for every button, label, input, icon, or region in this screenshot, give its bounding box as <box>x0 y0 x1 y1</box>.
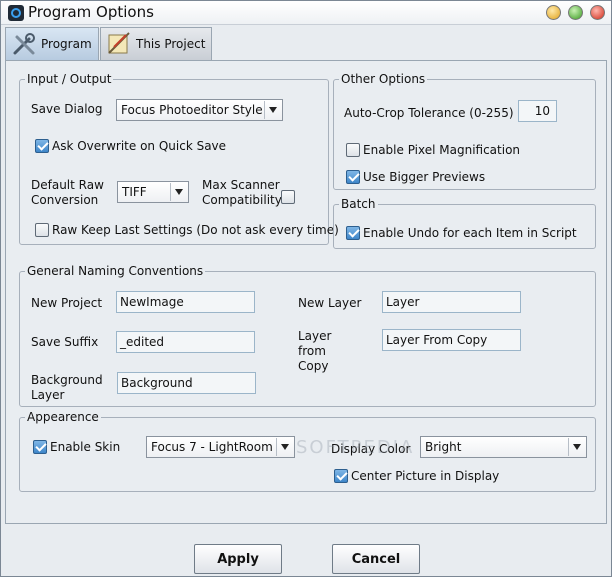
tab-this-project[interactable]: This Project <box>100 27 212 60</box>
chevron-down-icon <box>170 183 186 201</box>
display-color-select[interactable]: Bright <box>420 436 587 458</box>
max-scanner-label-line2: Compatibility <box>202 193 282 207</box>
default-raw-label-line1: Default Raw <box>31 178 104 192</box>
tab-bar: Program This Project <box>3 27 609 60</box>
bigger-previews-checkbox[interactable] <box>346 170 360 184</box>
batch-group: Batch Enable Undo for each Item in Scrip… <box>333 197 596 249</box>
chevron-down-icon <box>264 101 280 119</box>
cancel-button[interactable]: Cancel <box>332 544 420 574</box>
max-scanner-label-line1: Max Scanner <box>202 178 280 192</box>
raw-keep-label: Raw Keep Last Settings (Do not ask every… <box>52 223 339 237</box>
pixel-magnification-checkbox[interactable] <box>346 143 360 157</box>
save-suffix-label: Save Suffix <box>31 335 99 349</box>
background-label-line1: Background <box>31 373 103 387</box>
chevron-down-icon <box>276 438 292 456</box>
display-color-value: Bright <box>425 440 462 454</box>
enable-undo-label: Enable Undo for each Item in Script <box>363 226 577 240</box>
raw-keep-checkbox[interactable] <box>35 223 49 237</box>
program-options-window: Program Options Program This Project Inp… <box>0 0 612 577</box>
input-output-legend: Input / Output <box>25 72 114 86</box>
project-icon <box>104 29 134 59</box>
batch-legend: Batch <box>339 197 378 211</box>
input-output-group: Input / Output Save Dialog Focus Photoed… <box>19 72 339 245</box>
default-raw-label-line2: Conversion <box>31 193 99 207</box>
layer-from-copy-label-line3: Copy <box>298 359 329 373</box>
max-scanner-checkbox[interactable] <box>281 190 295 204</box>
ask-overwrite-checkbox[interactable] <box>35 139 49 153</box>
naming-conventions-group: General Naming Conventions New Project N… <box>19 264 596 407</box>
window-title: Program Options <box>28 3 154 21</box>
center-picture-checkbox[interactable] <box>334 469 348 483</box>
enable-skin-label: Enable Skin <box>50 440 121 454</box>
tab-program[interactable]: Program <box>5 27 99 60</box>
minimize-button[interactable] <box>546 5 561 20</box>
other-options-group: Other Options Auto-Crop Tolerance (0-255… <box>333 72 596 190</box>
save-dialog-label: Save Dialog <box>31 102 103 116</box>
app-icon <box>8 5 24 21</box>
pixel-magnification-label: Enable Pixel Magnification <box>363 143 521 157</box>
background-layer-input[interactable]: Background <box>117 372 256 394</box>
bigger-previews-label: Use Bigger Previews <box>363 170 486 184</box>
auto-crop-input[interactable]: 10 <box>518 100 557 122</box>
tools-icon <box>9 29 39 59</box>
save-dialog-select[interactable]: Focus Photoeditor Style <box>116 99 283 121</box>
naming-conventions-legend: General Naming Conventions <box>25 264 206 278</box>
other-options-legend: Other Options <box>339 72 428 86</box>
default-raw-select[interactable]: TIFF <box>117 181 189 203</box>
layer-from-copy-label-line2: from <box>298 344 326 358</box>
apply-button[interactable]: Apply <box>194 544 282 574</box>
watermark: SOFTPEDIA <box>296 437 415 458</box>
default-raw-value: TIFF <box>122 185 147 199</box>
options-panel: Input / Output Save Dialog Focus Photoed… <box>5 60 607 524</box>
layer-from-copy-input[interactable]: Layer From Copy <box>382 329 521 351</box>
enable-undo-checkbox[interactable] <box>346 226 360 240</box>
ask-overwrite-label: Ask Overwrite on Quick Save <box>52 139 227 153</box>
auto-crop-label: Auto-Crop Tolerance (0-255) <box>344 106 514 120</box>
new-project-input[interactable]: NewImage <box>116 291 255 313</box>
new-project-label: New Project <box>31 296 103 310</box>
title-bar: Program Options <box>1 1 611 25</box>
skin-value: Focus 7 - LightRoom <box>151 440 273 454</box>
layer-from-copy-label-line1: Layer <box>298 329 332 343</box>
save-suffix-input[interactable]: _edited <box>116 331 255 353</box>
maximize-button[interactable] <box>568 5 583 20</box>
new-layer-input[interactable]: Layer <box>382 291 521 313</box>
center-picture-label: Center Picture in Display <box>351 469 500 483</box>
tab-this-project-label: This Project <box>136 37 206 51</box>
close-button[interactable] <box>590 5 605 20</box>
appearance-legend: Appearence <box>25 410 101 424</box>
new-layer-label: New Layer <box>298 296 362 310</box>
enable-skin-checkbox[interactable] <box>33 440 47 454</box>
skin-select[interactable]: Focus 7 - LightRoom <box>146 436 295 458</box>
background-label-line2: Layer <box>31 388 65 402</box>
save-dialog-value: Focus Photoeditor Style <box>121 103 263 117</box>
tab-program-label: Program <box>41 37 92 51</box>
chevron-down-icon <box>568 438 584 456</box>
